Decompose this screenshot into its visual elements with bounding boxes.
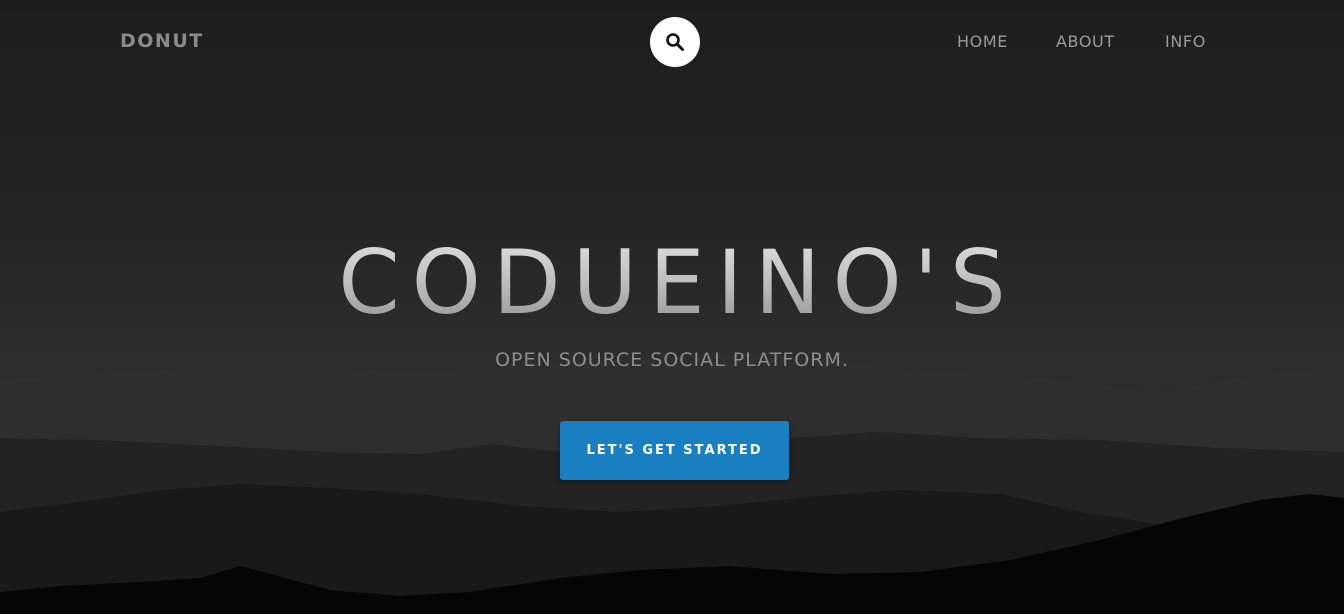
search-icon [666,33,684,51]
hero-subtitle: OPEN SOURCE SOCIAL PLATFORM. [495,349,849,371]
hero-section: DONUT HOME ABOUT INFO CODUEINO'S OPEN SO… [0,0,1344,614]
get-started-button[interactable]: LET'S GET STARTED [560,421,789,480]
hero-title: CODUEINO'S [0,228,1344,338]
nav-info-link[interactable]: INFO [1165,31,1206,53]
search-button[interactable] [650,17,700,67]
brand-logo-link[interactable]: DONUT [120,29,204,53]
nav-about-link[interactable]: ABOUT [1056,31,1115,53]
nav-home-link[interactable]: HOME [957,31,1008,53]
